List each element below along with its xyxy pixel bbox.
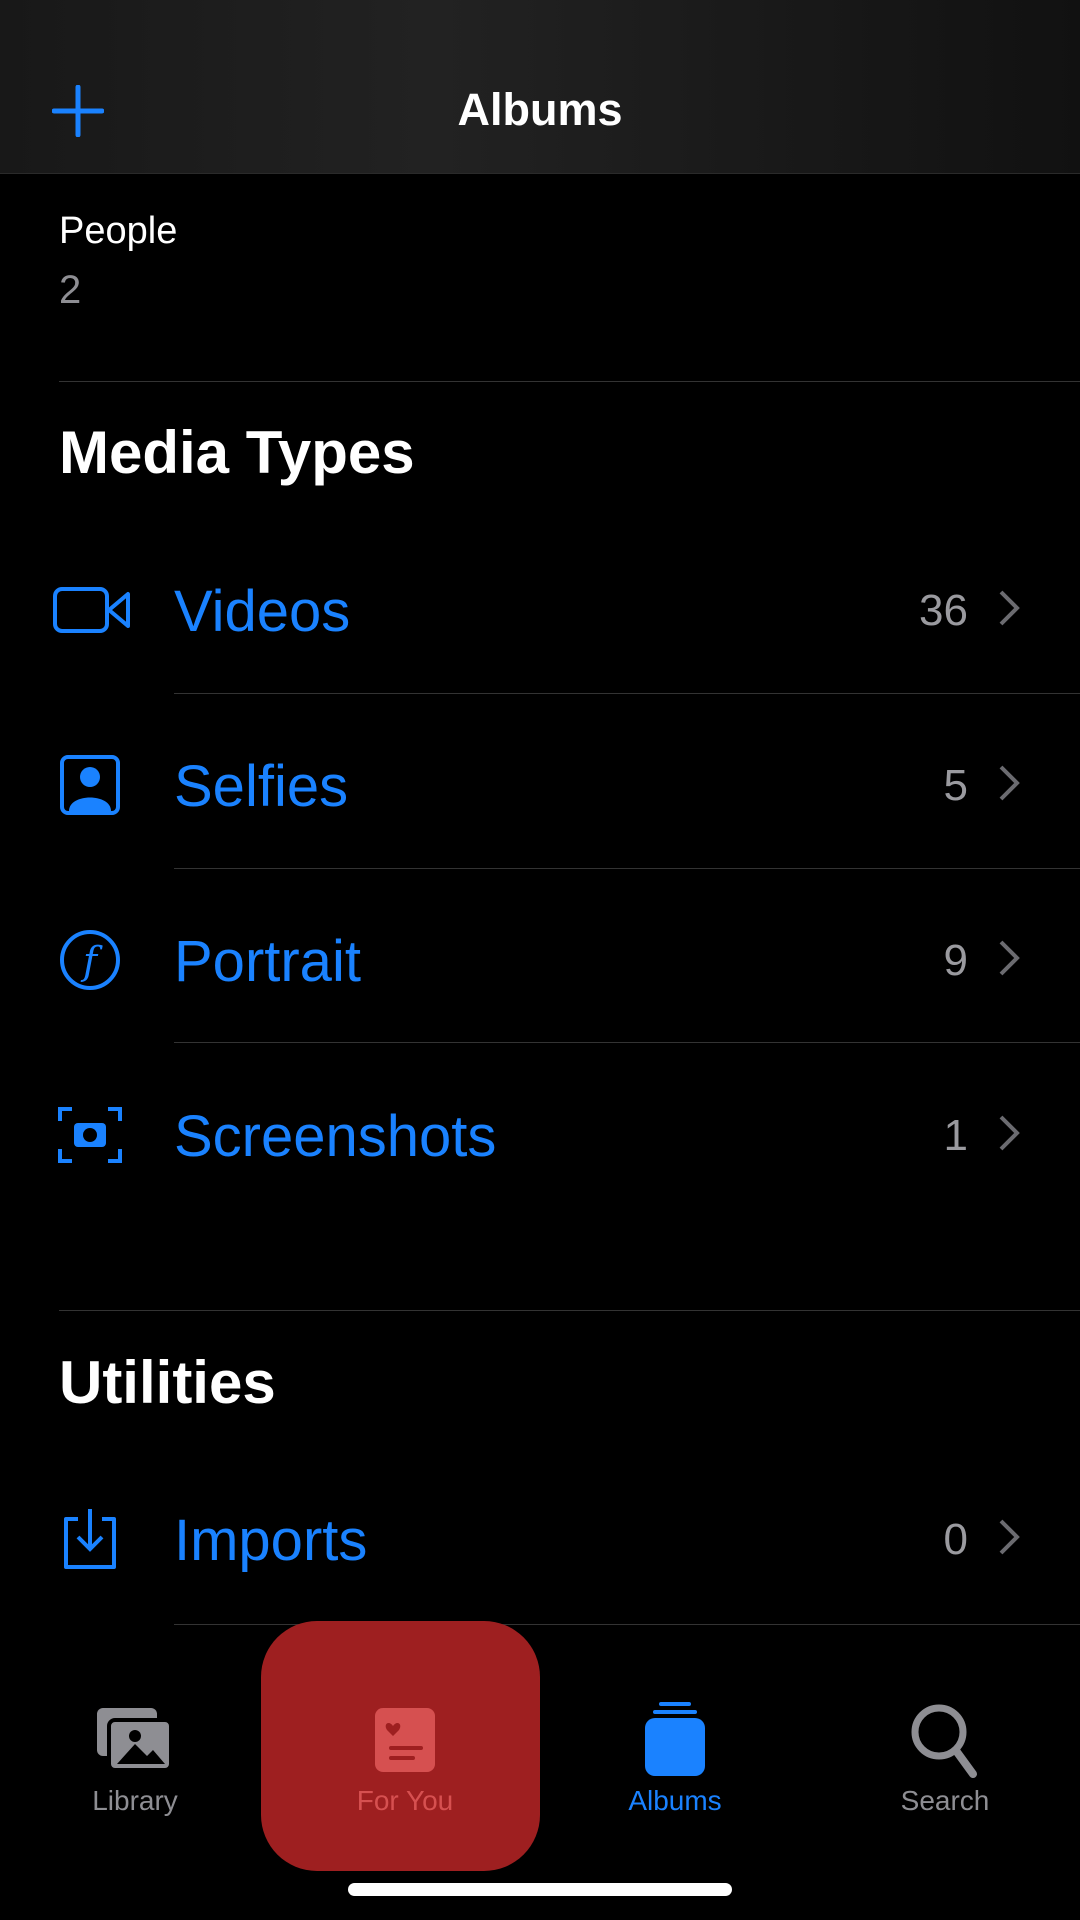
- list-item-imports[interactable]: Imports 0: [0, 1469, 1080, 1609]
- chevron-right-icon: [999, 1519, 1020, 1555]
- list-item-label: Imports: [174, 1508, 368, 1573]
- tab-label: Albums: [628, 1785, 722, 1816]
- list-item-label: Videos: [174, 579, 351, 644]
- list-item-count: 9: [943, 936, 968, 985]
- tab-library[interactable]: Library: [0, 1660, 270, 1860]
- divider: [59, 1310, 1080, 1311]
- chevron-right-icon: [999, 1115, 1020, 1151]
- search-icon: [911, 1704, 977, 1778]
- divider: [174, 693, 1080, 694]
- page-title: Albums: [457, 84, 623, 135]
- chevron-right-icon: [999, 940, 1020, 976]
- video-icon: [53, 587, 130, 633]
- chevron-right-icon: [999, 590, 1020, 626]
- people-count: 2: [59, 268, 82, 312]
- for-you-icon: [375, 1708, 435, 1772]
- screenshot-icon: [58, 1107, 122, 1163]
- tab-for-you[interactable]: For You: [270, 1660, 540, 1860]
- portrait-icon: f: [60, 930, 120, 990]
- tab-label: Search: [900, 1785, 990, 1816]
- list-item-portrait[interactable]: f Portrait 9: [0, 890, 1080, 1030]
- people-label[interactable]: People: [59, 210, 177, 253]
- selfie-icon: [60, 755, 120, 815]
- svg-text:f: f: [80, 939, 103, 983]
- section-utilities: Utilities: [59, 1349, 276, 1416]
- list-item-selfies[interactable]: Selfies 5: [0, 715, 1080, 855]
- list-item-count: 36: [919, 586, 968, 635]
- list-item-label: Selfies: [174, 754, 349, 819]
- list-item-count: 1: [943, 1111, 968, 1160]
- albums-icon: [645, 1702, 705, 1776]
- list-item-screenshots[interactable]: Screenshots 1: [0, 1065, 1080, 1205]
- list-item-label: Portrait: [174, 929, 361, 994]
- divider: [174, 868, 1080, 869]
- list-item-label: Screenshots: [174, 1104, 497, 1169]
- tab-label: Library: [92, 1785, 178, 1816]
- divider: [174, 1042, 1080, 1043]
- list-item-count: 0: [943, 1515, 968, 1564]
- list-item-videos[interactable]: Videos 36: [0, 540, 1080, 680]
- section-media-types: Media Types: [59, 419, 415, 486]
- list-item-count: 5: [943, 761, 968, 810]
- tab-bar: Library For You Albums Search: [0, 1660, 1080, 1920]
- tab-albums[interactable]: Albums: [540, 1660, 810, 1860]
- home-indicator[interactable]: [348, 1883, 732, 1896]
- divider: [59, 381, 1080, 382]
- nav-header: Albums: [0, 0, 1080, 174]
- tab-search[interactable]: Search: [810, 1660, 1080, 1860]
- import-icon: [64, 1509, 116, 1569]
- chevron-right-icon: [999, 765, 1020, 801]
- photo-library-icon: [97, 1708, 173, 1772]
- tab-label: For You: [356, 1785, 454, 1816]
